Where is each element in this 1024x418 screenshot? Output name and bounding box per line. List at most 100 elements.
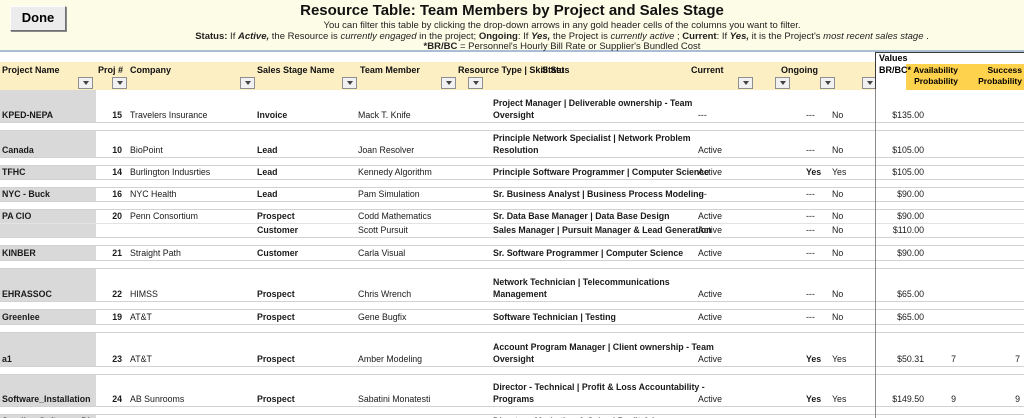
project-name: TFHC xyxy=(2,167,26,177)
status: --- xyxy=(698,110,707,120)
status: Active xyxy=(698,289,722,299)
availability-probability xyxy=(932,300,980,301)
project-number: 21 xyxy=(112,248,122,258)
brbc-value: $90.00 xyxy=(897,211,924,221)
team-member: Carla Visual xyxy=(358,248,406,258)
filter-dropdown-company[interactable] xyxy=(240,77,255,89)
row-spacer xyxy=(0,325,1024,333)
sales-stage: Customer xyxy=(257,248,299,258)
project-name: Canada xyxy=(2,145,34,155)
ongoing: Yes xyxy=(832,354,847,364)
filter-dropdown-status[interactable] xyxy=(738,77,753,89)
team-member: Scott Pursuit xyxy=(358,225,408,235)
table-row: NYC - Buck 16 NYC Health Lead Pam Simulation… xyxy=(0,188,1024,202)
status: Active xyxy=(698,394,722,404)
team-member: Joan Resolver xyxy=(358,145,415,155)
project-name: PA CIO xyxy=(2,211,32,221)
team-member: Gene Bugfix xyxy=(358,312,407,322)
company: HIMSS xyxy=(130,289,158,299)
project-name: KINBER xyxy=(2,248,36,258)
filter-dropdown-project[interactable] xyxy=(78,77,93,89)
current: --- xyxy=(806,248,815,258)
status: Active xyxy=(698,167,722,177)
row-spacer xyxy=(0,202,1024,210)
availability-probability xyxy=(932,178,980,179)
current: Yes xyxy=(806,167,822,177)
table-row: KINBER 21 Straight Path Customer Carla Visua… xyxy=(0,246,1024,261)
current: --- xyxy=(806,110,815,120)
column-header-member: Team Member xyxy=(360,65,420,75)
project-name: a1 xyxy=(2,354,12,364)
current: --- xyxy=(806,225,815,235)
filter-dropdown-ongoing[interactable] xyxy=(820,77,835,89)
project-number: 24 xyxy=(112,394,122,404)
ongoing: Yes xyxy=(832,394,847,404)
table-row: TFHC 14 Burlington Indusrties Lead Kennedy A… xyxy=(0,166,1024,180)
availability-probability xyxy=(932,236,980,237)
instructions: You can filter this table by clicking th… xyxy=(100,20,1024,53)
sales-stage: Lead xyxy=(257,145,278,155)
column-header-labels: Project Name Proj # Company Sales Stage Nam… xyxy=(0,62,875,78)
filter-dropdown-team-member[interactable] xyxy=(441,77,456,89)
filter-dropdown-resource-type[interactable] xyxy=(468,77,483,89)
company: Burlington Indusrties xyxy=(130,167,211,177)
chevron-down-icon xyxy=(472,81,479,85)
values-header-block: Availability Probability Success Probabi… xyxy=(875,52,1024,91)
filter-dropdown-current[interactable] xyxy=(775,77,790,89)
status: Active xyxy=(698,211,722,221)
company: AT&T xyxy=(130,312,152,322)
success-probability xyxy=(980,178,1024,179)
project-number: 14 xyxy=(112,167,122,177)
values-divider-line xyxy=(875,89,876,418)
project-name: KPED-NEPA xyxy=(2,110,54,120)
project-name: Software_Installation xyxy=(2,394,91,404)
column-header-band: Project Name Proj # Company Sales Stage Nam… xyxy=(0,62,877,92)
chevron-down-icon xyxy=(742,81,749,85)
chevron-down-icon xyxy=(866,81,873,85)
chevron-down-icon xyxy=(82,81,89,85)
probability-header-gold: Availability Probability Success Probabi… xyxy=(906,64,1024,90)
success-probability xyxy=(980,156,1024,157)
filter-dropdown-sales-stage[interactable] xyxy=(342,77,357,89)
success-probability xyxy=(980,236,1024,237)
resource-type-skillset: Principle Software Programmer | Computer… xyxy=(493,167,710,177)
availability-probability xyxy=(932,121,980,122)
status: --- xyxy=(698,189,707,199)
team-member: Pam Simulation xyxy=(358,189,420,199)
success-probability: 9 xyxy=(1015,394,1020,404)
table-subrow: Greenlee 19 AT&T Prospect Gene Bugfix Softwar… xyxy=(0,310,1024,324)
success-probability xyxy=(980,259,1024,260)
ongoing: No xyxy=(832,145,844,155)
column-header-num: Proj # xyxy=(98,65,124,75)
ongoing: No xyxy=(832,110,844,120)
column-header-current: Current xyxy=(691,65,724,75)
company: AB Sunrooms xyxy=(130,394,185,404)
status: Active xyxy=(698,248,722,258)
ongoing: No xyxy=(832,189,844,199)
sales-stage: Lead xyxy=(257,189,278,199)
brbc-value: $65.00 xyxy=(897,312,924,322)
success-probability xyxy=(980,323,1024,324)
chevron-down-icon xyxy=(346,81,353,85)
company: Penn Consortium xyxy=(130,211,198,221)
chevron-down-icon xyxy=(244,81,251,85)
ongoing: Yes xyxy=(832,167,847,177)
current: --- xyxy=(806,312,815,322)
table-subrow: KPED-NEPA 15 Travelers Insurance Invoice Mac… xyxy=(0,90,1024,122)
brbc-value: $90.00 xyxy=(897,248,924,258)
current: Yes xyxy=(806,354,822,364)
sales-stage: Prospect xyxy=(257,312,295,322)
resource-type-skillset: Sr. Data Base Manager | Data Base Design xyxy=(493,211,670,221)
brbc-value: $90.00 xyxy=(897,189,924,199)
table-subrow: Software_Installation 24 AB Sunrooms Prospe… xyxy=(0,375,1024,406)
table-subrow: Canada 10 BioPoint Lead Joan Resolver Princip… xyxy=(0,131,1024,157)
table-row: EHRASSOC 22 HIMSS Prospect Chris Wrench Netwo… xyxy=(0,269,1024,302)
project-number: 16 xyxy=(112,189,122,199)
ongoing: No xyxy=(832,289,844,299)
status: Active xyxy=(698,225,722,235)
resource-type-skillset: Sales Manager | Pursuit Manager & Lead G… xyxy=(493,225,712,235)
filter-dropdown-proj-num[interactable] xyxy=(112,77,127,89)
availability-probability-header: Availability Probability xyxy=(913,65,958,86)
resource-type-skillset: Sr. Software Programmer | Computer Scien… xyxy=(493,248,684,258)
column-header-project: Project Name xyxy=(2,65,60,75)
